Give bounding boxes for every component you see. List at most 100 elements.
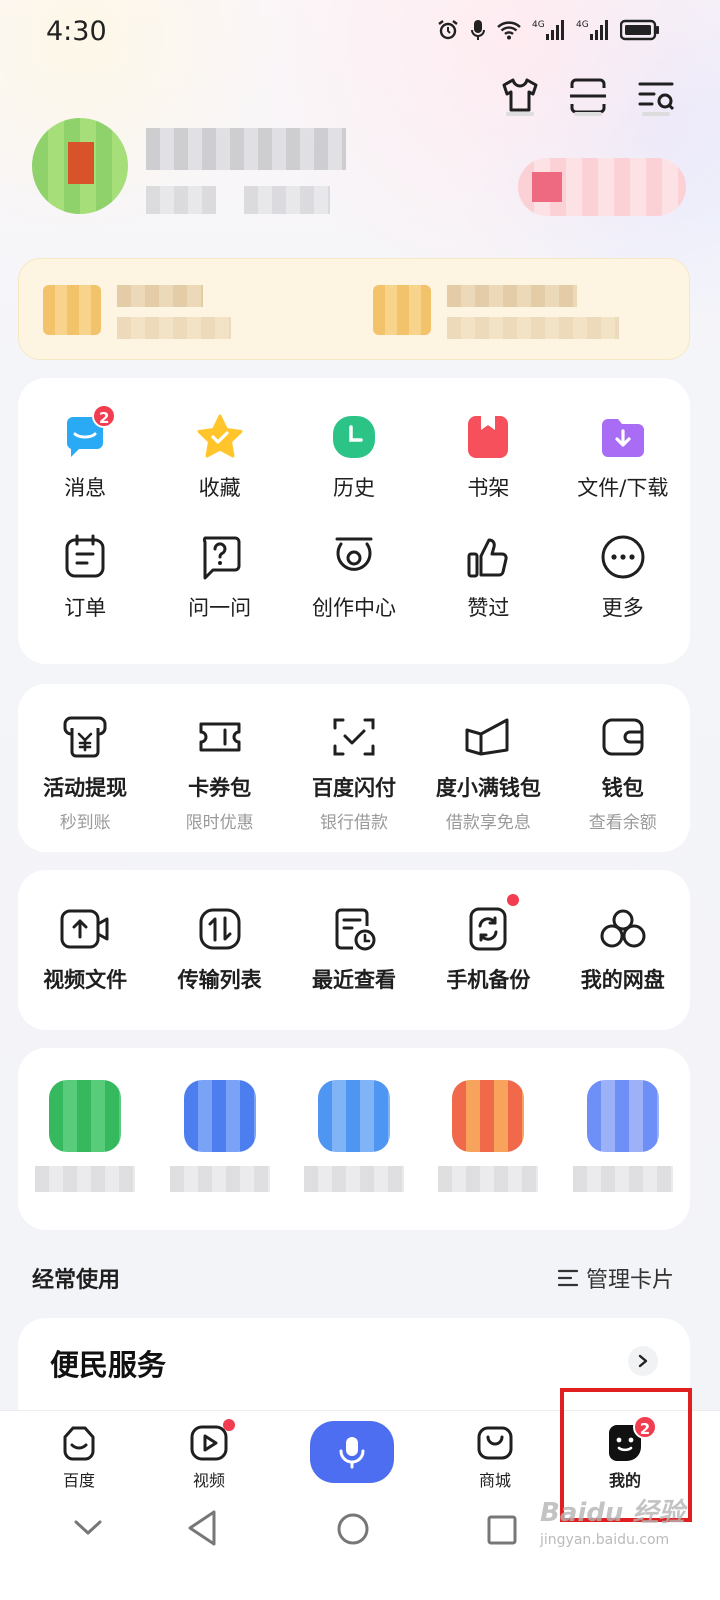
finance-item-sub: 限时优惠	[185, 813, 254, 833]
settings-list-icon	[638, 82, 675, 116]
tab-baidu[interactable]: 百度	[34, 1411, 124, 1503]
vip-right-sub-blurred	[447, 317, 619, 339]
user-stat-blurred-2	[244, 186, 330, 214]
tab-label: 百度	[62, 1471, 95, 1490]
app-icon-sky-blurred	[317, 1080, 390, 1152]
netdisk-card: 视频文件 传输列表 最近查看 手机备份 我的网盘	[18, 870, 690, 1030]
vip-benefits-card[interactable]	[18, 258, 690, 360]
grid-item-bookshelf[interactable]: 书架	[421, 412, 555, 502]
vip-left-sub-blurred	[117, 317, 231, 339]
watermark-url: jingyan.baidu.com	[540, 1532, 670, 1548]
finance-item-sub: 查看余额	[588, 813, 657, 833]
signal-4g-icon: 4G	[532, 18, 566, 46]
mic-icon	[339, 1437, 365, 1469]
back-button[interactable]	[186, 1508, 220, 1552]
vip-right-title-blurred	[447, 285, 577, 307]
wifi-icon	[496, 19, 522, 45]
status-time: 4:30	[46, 16, 107, 47]
netdisk-item-transfers[interactable]: 传输列表	[152, 904, 286, 994]
shirt-icon	[502, 78, 538, 116]
finance-item-sub: 秒到账	[59, 813, 111, 833]
grid-item-label: 文件/下载	[577, 476, 669, 500]
recents-button[interactable]	[486, 1514, 518, 1550]
voice-search-button[interactable]	[310, 1421, 394, 1483]
baidu-home-icon	[59, 1423, 99, 1463]
netdisk-icon	[598, 904, 648, 954]
chevron-right-icon[interactable]	[628, 1346, 658, 1376]
grid-item-label: 订单	[64, 596, 107, 620]
status-bar: 4:30 4G 4G	[0, 0, 720, 64]
finance-item-sub: 借款享免息	[445, 813, 531, 833]
finance-item-wallet[interactable]: 钱包 查看余额	[556, 712, 690, 833]
baidu-jingyan-watermark: Baidu 经验	[540, 1498, 685, 1528]
grid-item-label: 问一问	[188, 596, 252, 620]
app-item-blurred[interactable]	[421, 1080, 555, 1192]
finance-item-flashpay[interactable]: 百度闪付 银行借款	[287, 712, 421, 833]
netdisk-item-label: 手机备份	[446, 968, 531, 992]
manage-cards-button[interactable]: 管理卡片	[557, 1262, 674, 1294]
grid-item-orders[interactable]: 订单	[18, 532, 152, 622]
netdisk-item-mydisk[interactable]: 我的网盘	[556, 904, 690, 994]
netdisk-item-recent[interactable]: 最近查看	[287, 904, 421, 994]
app-label-blurred	[303, 1166, 404, 1192]
finance-item-label: 钱包	[601, 776, 644, 800]
netdisk-item-backup[interactable]: 手机备份	[421, 894, 555, 994]
app-item-blurred[interactable]	[18, 1080, 152, 1192]
status-icons: 4G 4G	[436, 18, 660, 46]
finance-item-duxiaoman[interactable]: 度小满钱包 借款享免息	[421, 712, 555, 833]
skin-shirt-button[interactable]	[498, 74, 542, 118]
app-item-blurred[interactable]	[556, 1080, 690, 1192]
finance-item-withdraw[interactable]: 活动提现 秒到账	[18, 712, 152, 833]
transfer-icon	[195, 904, 245, 954]
creation-icon	[329, 532, 379, 582]
manage-cards-label: 管理卡片	[585, 1268, 674, 1293]
home-button[interactable]	[336, 1512, 370, 1550]
grid-item-messages[interactable]: 2 消息	[18, 404, 152, 502]
app-label-blurred	[35, 1166, 136, 1192]
tab-mall[interactable]: 商城	[450, 1411, 540, 1503]
settings-menu-button[interactable]	[634, 74, 678, 118]
finance-item-label: 活动提现	[43, 776, 128, 800]
scan-button[interactable]	[566, 74, 610, 118]
order-icon	[60, 532, 110, 582]
app-item-blurred[interactable]	[287, 1080, 421, 1192]
history-clock-icon	[329, 412, 379, 462]
app-icon-green-blurred	[49, 1080, 122, 1152]
grid-item-ask[interactable]: 问一问	[152, 532, 286, 622]
vip-left-title-blurred	[117, 285, 203, 307]
duxiaoman-icon	[463, 712, 513, 762]
grid-item-liked[interactable]: 赞过	[421, 532, 555, 622]
netdisk-grid: 视频文件 传输列表 最近查看 手机备份 我的网盘	[18, 894, 690, 994]
video-file-icon	[60, 904, 110, 954]
grid-item-label: 收藏	[198, 476, 241, 500]
grid-item-more[interactable]: 更多	[556, 532, 690, 622]
phone-backup-icon	[463, 894, 520, 954]
grid-item-favorites[interactable]: 收藏	[152, 412, 286, 502]
avatar[interactable]	[32, 118, 128, 214]
app-icon-blue-blurred	[183, 1080, 256, 1152]
app-item-blurred[interactable]	[152, 1080, 286, 1192]
hide-keyboard-button[interactable]	[72, 1516, 104, 1544]
grid-item-creation[interactable]: 创作中心	[287, 532, 421, 622]
grid-item-history[interactable]: 历史	[287, 412, 421, 502]
username-blurred	[146, 128, 346, 170]
grid-item-downloads[interactable]: 文件/下载	[556, 412, 690, 502]
netdisk-item-video-files[interactable]: 视频文件	[18, 904, 152, 994]
mic-status-icon	[470, 18, 486, 46]
backup-red-dot	[507, 894, 520, 906]
wallet-icon	[598, 712, 648, 762]
finance-card: 活动提现 秒到账 卡券包 限时优惠 百度闪付 银行借款 度小满钱包 借款享免息 …	[18, 684, 690, 852]
grid-item-label: 创作中心	[311, 596, 396, 620]
tab-video[interactable]: 视频	[164, 1411, 254, 1503]
signal-4g-icon-2: 4G	[576, 18, 610, 46]
grid-item-label: 消息	[64, 476, 107, 500]
finance-item-sub: 银行借款	[319, 813, 388, 833]
member-pill-blurred[interactable]	[518, 158, 686, 216]
finance-item-coupons[interactable]: 卡券包 限时优惠	[152, 712, 286, 833]
user-stat-blurred	[146, 186, 216, 214]
netdisk-item-label: 传输列表	[177, 968, 262, 992]
svg-text:4G: 4G	[576, 20, 589, 30]
finance-item-label: 度小满钱包	[435, 776, 541, 800]
netdisk-item-label: 我的网盘	[580, 968, 665, 992]
list-icon	[557, 1269, 578, 1287]
